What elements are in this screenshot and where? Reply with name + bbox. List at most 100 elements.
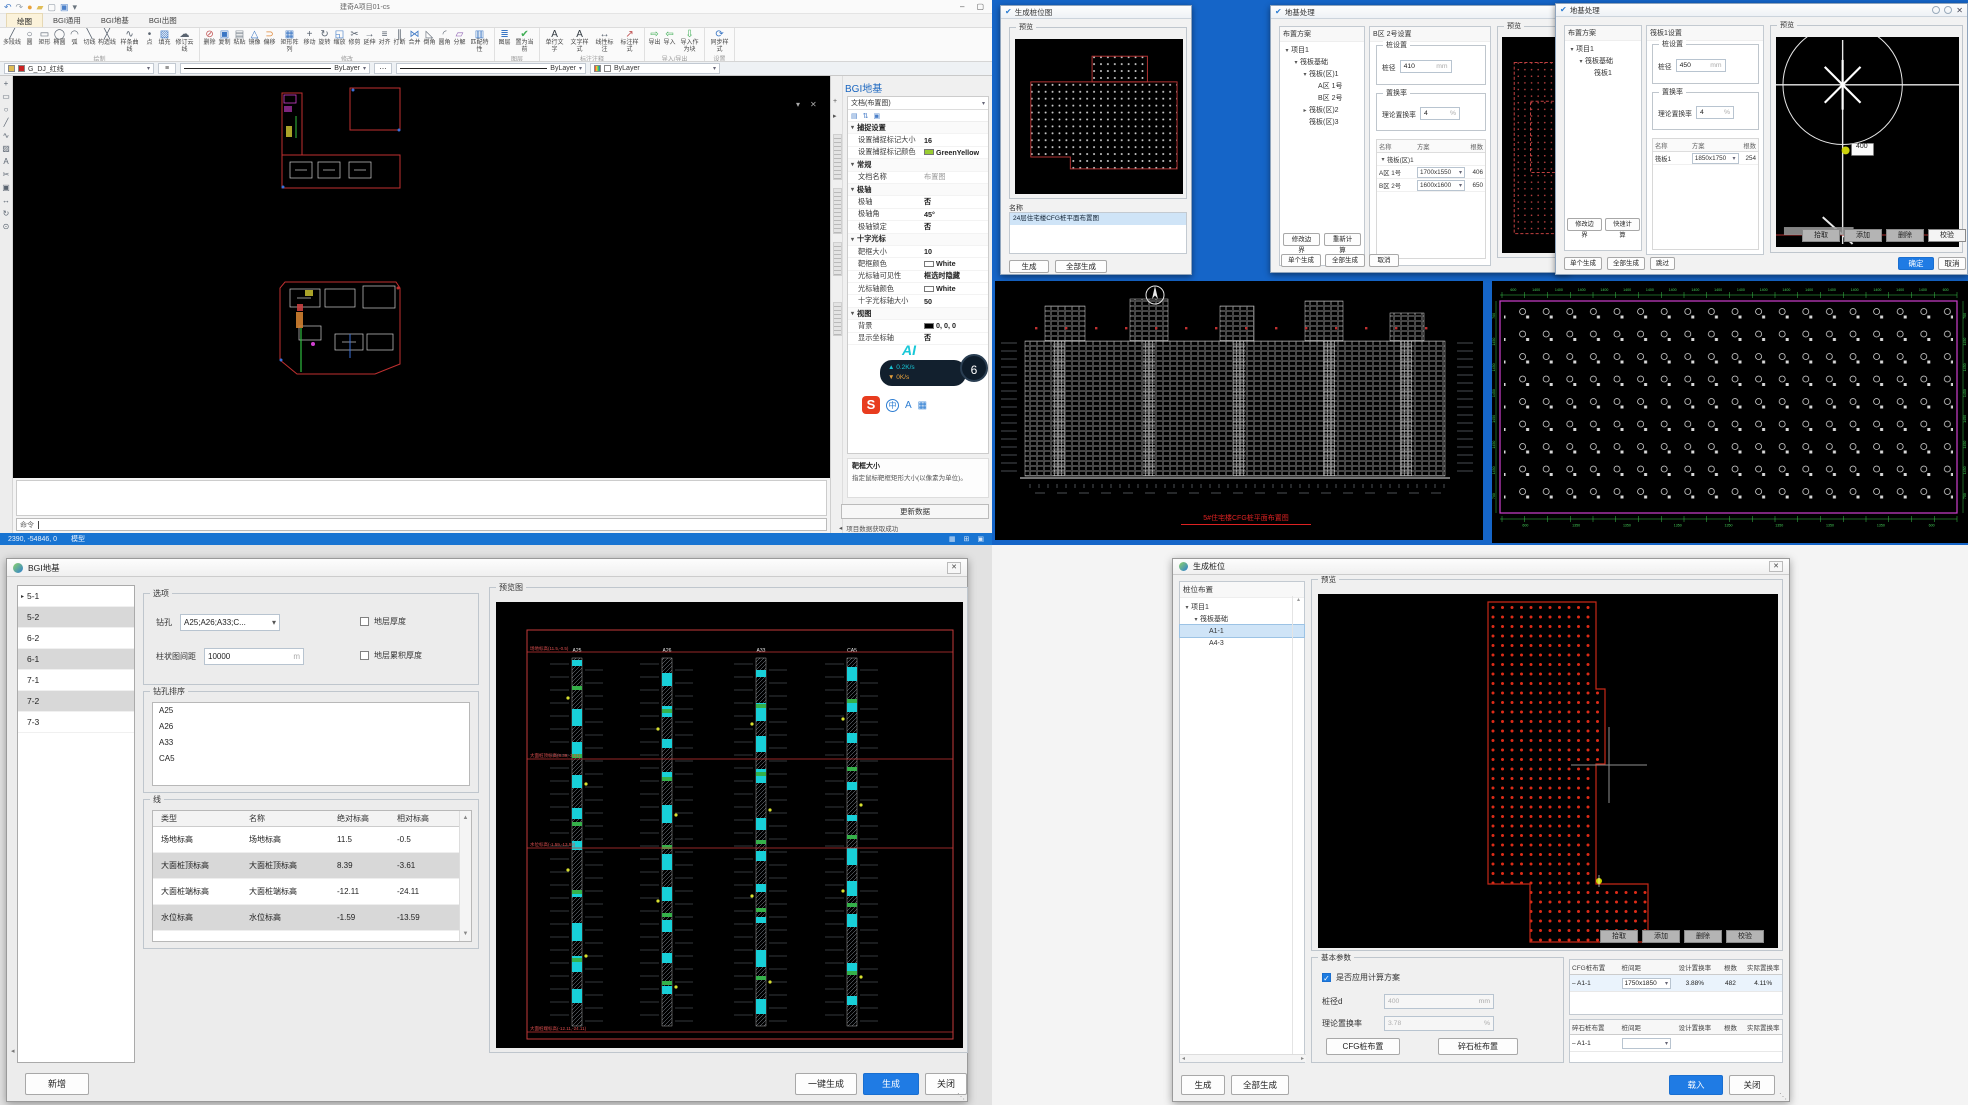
ratio-input[interactable]: 4 % [1696,106,1734,119]
lineweight-select[interactable]: ByLayer ▾ [180,63,370,74]
dialog-title-bar[interactable]: ✔ 生成桩位图 [1001,6,1191,19]
ribbon-item-文字样式[interactable]: A文字样式 [567,29,592,53]
property-row[interactable]: 十字光标轴大小50 [848,295,988,307]
spacing-select[interactable]: 1750x1850▾ [1622,978,1671,989]
tree-item-项目1[interactable]: ▾项目1 [1280,44,1364,56]
gravel-layout-button[interactable]: 碎石桩布置 [1438,1038,1518,1055]
tree-item-筏板(区)2[interactable]: ▸筏板(区)2 [1280,104,1364,116]
rotate-tool-icon[interactable]: ↻ [3,209,10,218]
scheme-row[interactable]: B区 2号1600x1600▾650 [1377,179,1485,192]
preview-button-校验[interactable]: 校验 [1928,229,1966,242]
ribbon-item-同步样式[interactable]: ⟳同步样式 [707,29,732,53]
ribbon-item-弧[interactable]: ◠弧 [67,29,82,47]
view-caret-icon[interactable]: ▾ [796,100,800,109]
button-跳过[interactable]: 跳过 [1650,257,1675,270]
ratio-input[interactable]: 4 % [1420,107,1460,120]
trim-tool-icon[interactable]: ✂ [3,170,10,179]
layer-thickness-checkbox[interactable] [360,617,369,626]
user-icon[interactable]: ● [27,2,32,12]
open-folder-icon[interactable]: ▰ [37,2,44,12]
edit-boundary-button[interactable]: 修改边界 [1283,233,1320,246]
quick-access-caret-icon[interactable]: ▾ [72,2,77,12]
new-file-icon[interactable]: ▢ [47,2,56,12]
tree-item-A1-1[interactable]: A1-1 [1180,625,1304,637]
ribbon-item-切线[interactable]: ╲切线 [82,29,97,47]
tree-item-A区 1号[interactable]: A区 1号 [1280,80,1364,92]
ribbon-item-修剪[interactable]: ✂修剪 [347,29,362,47]
tree-item-项目1[interactable]: ▾项目1 [1180,601,1304,613]
ribbon-item-点[interactable]: •点 [142,29,157,47]
ribbon-item-对齐[interactable]: ≡对齐 [377,29,392,47]
ribbon-item-椭圆[interactable]: ◯椭圆 [52,29,67,47]
close-button[interactable]: 关闭 [1729,1075,1775,1095]
ribbon-item-删除[interactable]: ⊘删除 [202,29,217,47]
property-group[interactable]: ▾十字光标 [848,234,988,246]
tree-item-筏板基础[interactable]: ▾筏板基础 [1280,56,1364,68]
borehole-item[interactable]: A33 [153,735,469,751]
circle-tool-icon[interactable]: ○ [4,105,9,114]
tree-item-筏板基础[interactable]: ▾筏板基础 [1180,613,1304,625]
ribbon-item-合并[interactable]: ⋈合并 [407,29,422,47]
view-close-icon[interactable]: ✕ [810,100,817,109]
generate-all-button[interactable]: 全部生成 [1055,260,1107,273]
spacing-select[interactable]: ▾ [1622,1038,1671,1049]
property-row[interactable]: 光标轴颜色White [848,283,988,295]
ime-keyboard-icon[interactable]: ▦ [918,400,927,411]
ribbon-item-偏移[interactable]: ⊃偏移 [262,29,277,47]
preview-button-添加[interactable]: 添加 [1844,229,1882,242]
resize-grip[interactable]: ⋱ [957,1092,965,1101]
spacing-input[interactable]: 10000 m [204,648,304,665]
tree-item-筏板(区)1[interactable]: ▾筏板(区)1 [1280,68,1364,80]
borehole-item[interactable]: CA5 [153,751,469,767]
update-data-button[interactable]: 更新数据 [841,504,989,519]
pile-row[interactable]: – A1-1▾ [1570,1035,1782,1052]
save-icon[interactable]: ▣ [60,2,69,12]
dialog-title-bar[interactable]: ✔ 地基处理 ✕ [1556,4,1967,17]
measure-tool-icon[interactable]: ↔ [2,196,10,205]
profile-list-item[interactable]: 6-1 [18,649,134,670]
property-group[interactable]: ▾视图 [848,308,988,320]
linetype-icon[interactable]: ⋯ [374,63,392,74]
ribbon-item-构造线[interactable]: ╳构造线 [97,29,117,47]
lineweight-icon[interactable]: ≡ [158,63,176,74]
borehole-preview-canvas[interactable]: A25A26A33CA5场地标高(11.5,-0.5)大面桩顶标高(8.39,-… [496,602,963,1048]
ribbon-tab-BGI通用[interactable]: BGI通用 [43,13,91,27]
scheme-row[interactable]: ▾筏板(区)1 [1377,153,1485,166]
preview-button-校验[interactable]: 校验 [1726,930,1764,943]
generate-button[interactable]: 生成 [1181,1075,1225,1095]
ribbon-tab-BGI地基[interactable]: BGI地基 [91,13,139,27]
categorize-icon[interactable]: ▤ [851,112,858,120]
help-icon[interactable] [1932,6,1940,14]
generate-button[interactable]: 生成 [863,1073,919,1095]
profile-list-item[interactable]: 7-2 [18,691,134,712]
ribbon-item-匹配特性[interactable]: ▥匹配特性 [467,29,492,53]
edit-boundary-button[interactable]: 修改边界 [1567,218,1602,231]
status-icon[interactable]: ⊞ [964,535,970,543]
dialog-title-bar[interactable]: BGI地基 ✕ [7,559,967,577]
collapse-icon[interactable]: ◂ [11,1047,15,1055]
generate-all-button[interactable]: 全部生成 [1325,254,1365,267]
collapse-icon[interactable]: ◂ [839,524,842,532]
tree-item-A4-3[interactable]: A4-3 [1180,637,1304,649]
line-tool-icon[interactable]: ╱ [4,118,9,127]
table-scrollbar[interactable]: ▲▼ [459,811,471,941]
tree-item-筏板1[interactable]: 筏板1 [1565,67,1641,79]
settings-tool-icon[interactable]: ⊙ [3,222,10,231]
cfg-layout-button[interactable]: CFG桩布置 [1326,1038,1400,1055]
tree-item-筏板基础[interactable]: ▾筏板基础 [1565,55,1641,67]
scheme-row[interactable]: A区 1号1700x1550▾406 [1377,166,1485,179]
pile-diameter-input[interactable]: 450 mm [1676,59,1726,72]
cancel-button[interactable]: 取消 [1369,254,1399,267]
copy-tool-icon[interactable]: ▣ [2,183,10,192]
tree-item-B区 2号[interactable]: B区 2号 [1280,92,1364,104]
ribbon-item-旋转[interactable]: ↻旋转 [317,29,332,47]
borehole-item[interactable]: A26 [153,719,469,735]
drill-select[interactable]: A25;A26;A33;C... ▾ [180,614,280,631]
ribbon-item-延伸[interactable]: →延伸 [362,29,377,47]
pin-icon[interactable] [1944,6,1952,14]
ribbon-item-分解[interactable]: ▱分解 [452,29,467,47]
text-tool-icon[interactable]: A [3,157,8,166]
sogou-logo[interactable]: S [862,396,880,414]
layer-select[interactable]: G_DJ_红线 ▾ [4,63,154,74]
tree-item-筏板(区)3[interactable]: 筏板(区)3 [1280,116,1364,128]
